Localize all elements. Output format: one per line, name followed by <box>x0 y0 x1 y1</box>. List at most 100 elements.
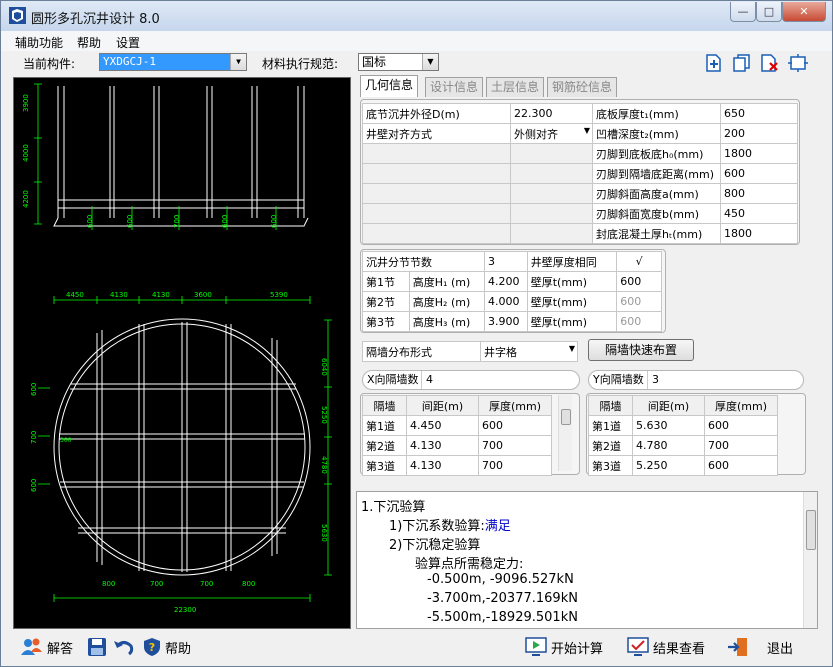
scroll-thumb[interactable] <box>806 510 816 550</box>
x-wall-thickness[interactable]: 600 <box>478 415 552 436</box>
delete-component-icon[interactable] <box>759 53 781 73</box>
result-line: -3.700m,-20377.169kN <box>427 591 578 606</box>
table-row: 第2道 4.780 700 <box>588 435 778 456</box>
exit-button[interactable]: 退出 <box>727 637 793 657</box>
geom-label: 刃脚到底板底h₀(mm) <box>592 143 721 164</box>
partition-form-value: 井字格 <box>484 345 517 359</box>
chevron-down-icon: ▼ <box>583 126 590 135</box>
scroll-thumb[interactable] <box>561 409 571 425</box>
table-row: 第2道 4.130 700 <box>362 435 552 456</box>
add-component-icon[interactable] <box>703 53 725 73</box>
y-wall-name: 第1道 <box>588 415 633 436</box>
x-table-scrollbar[interactable] <box>558 395 572 471</box>
x-header-wall: 隔墙 <box>362 395 407 416</box>
drawing-canvas[interactable]: 3900 4000 4200 600 600 700 600 600 4450 … <box>13 77 351 629</box>
geom-input[interactable]: 200 <box>720 123 798 144</box>
bottom-small-dim-1: 800 <box>102 580 115 588</box>
y-wall-spacing[interactable]: 4.780 <box>632 435 705 456</box>
table-row: 第1道 4.450 600 <box>362 415 552 436</box>
save-icon[interactable] <box>87 637 107 657</box>
minimize-button[interactable]: — <box>730 2 756 22</box>
component-select[interactable]: YXDGCJ-1 ▼ <box>99 53 247 71</box>
tab-design[interactable]: 设计信息 <box>425 77 484 97</box>
geom-input[interactable]: 450 <box>720 203 798 224</box>
geom-label: 凹槽深度t₂(mm) <box>592 123 721 144</box>
geom-empty <box>362 203 511 224</box>
geom-input[interactable]: 22.300 <box>510 103 593 124</box>
geom-label: 封底混凝土厚hₜ(mm) <box>592 223 721 244</box>
svg-text:?: ? <box>149 641 155 654</box>
geom-input[interactable]: 600 <box>720 163 798 184</box>
x-wall-thickness[interactable]: 700 <box>478 455 552 476</box>
y-header-spacing: 间距(m) <box>632 395 705 416</box>
y-count-input[interactable]: 3 <box>647 371 797 389</box>
menu-item-tools[interactable]: 辅助功能 <box>15 34 63 51</box>
elev-dim-2: 4000 <box>22 144 30 162</box>
copy-component-icon[interactable] <box>731 53 753 73</box>
segment-name: 第3节 <box>362 311 410 332</box>
y-wall-spacing[interactable]: 5.250 <box>632 455 705 476</box>
x-wall-spacing[interactable]: 4.450 <box>406 415 479 436</box>
geom-label: 刃脚到隔墙底距离(mm) <box>592 163 721 184</box>
elev-dim-1: 3900 <box>22 94 30 112</box>
align-select[interactable]: 外侧对齐 ▼ <box>510 123 593 144</box>
menu-item-help[interactable]: 帮助 <box>77 34 101 51</box>
result-line: 2)下沉稳定验算 <box>389 538 481 553</box>
y-wall-thickness[interactable]: 600 <box>704 415 778 436</box>
x-wall-name: 第2道 <box>362 435 407 456</box>
standard-select[interactable]: 国标 ▼ <box>358 53 439 71</box>
undo-icon[interactable] <box>113 637 135 657</box>
partition-form-label: 隔墙分布形式 <box>362 341 481 362</box>
segment-thickness-input[interactable]: 600 <box>616 271 662 292</box>
tab-geometry[interactable]: 几何信息 <box>360 75 419 97</box>
caisson-drawing: 3900 4000 4200 600 600 700 600 600 4450 … <box>22 83 332 614</box>
same-thickness-label: 井壁厚度相同 <box>526 251 618 272</box>
partition-form-table: 隔墙分布形式 井字格 ▼ <box>362 341 578 362</box>
bottom-small-dim-3: 700 <box>200 580 213 588</box>
x-wall-spacing[interactable]: 4.130 <box>406 435 479 456</box>
segment-thickness-input: 600 <box>616 311 662 332</box>
table-row: 封底混凝土厚hₜ(mm) 1800 <box>362 223 798 244</box>
x-wall-spacing[interactable]: 4.130 <box>406 455 479 476</box>
menu-item-settings[interactable]: 设置 <box>116 34 140 51</box>
geom-input[interactable]: 650 <box>720 103 798 124</box>
table-row: 第3道 4.130 700 <box>362 455 552 476</box>
geom-input[interactable]: 1800 <box>720 143 798 164</box>
table-row: 第2节 高度H₂ (m) 4.000 壁厚t(mm) 600 <box>362 291 662 312</box>
segment-height-input[interactable]: 4.200 <box>484 271 528 292</box>
top-dim-5: 5390 <box>270 291 288 299</box>
partition-form-select[interactable]: 井字格 ▼ <box>480 341 578 362</box>
same-thickness-checkbox[interactable]: √ <box>616 251 662 272</box>
close-button[interactable]: ✕ <box>782 2 826 22</box>
quick-layout-button[interactable]: 隔墙快速布置 <box>588 339 694 361</box>
tab-soil[interactable]: 土层信息 <box>486 77 545 97</box>
top-dim-4: 3600 <box>194 291 212 299</box>
geom-empty <box>362 163 511 184</box>
segment-height-input[interactable]: 3.900 <box>484 311 528 332</box>
align-value: 外侧对齐 <box>514 127 558 141</box>
start-calc-button[interactable]: 开始计算 <box>525 637 603 657</box>
maximize-button[interactable]: □ <box>756 2 782 22</box>
help-button[interactable]: ? 帮助 <box>143 637 191 657</box>
segment-height-input[interactable]: 4.000 <box>484 291 528 312</box>
results-textarea[interactable]: 1.下沉验算 1)下沉系数验算:满足 2)下沉稳定验算 验算点所需稳定力: -0… <box>356 491 818 629</box>
y-wall-thickness[interactable]: 600 <box>704 455 778 476</box>
x-count-input[interactable]: 4 <box>421 371 571 389</box>
geom-empty <box>510 203 593 224</box>
y-wall-thickness[interactable]: 700 <box>704 435 778 456</box>
x-wall-thickness[interactable]: 700 <box>478 435 552 456</box>
segment-count-input[interactable]: 3 <box>484 251 528 272</box>
right-dim-4: 5630 <box>320 524 328 542</box>
component-label: 当前构件: <box>23 57 76 71</box>
geom-input[interactable]: 800 <box>720 183 798 204</box>
results-scrollbar[interactable] <box>803 492 817 628</box>
segment-height-label: 高度H₁ (m) <box>408 271 486 292</box>
export-component-icon[interactable] <box>787 53 809 73</box>
answer-button[interactable]: 解答 <box>21 637 73 657</box>
view-results-button[interactable]: 结果查看 <box>627 637 705 657</box>
y-wall-spacing[interactable]: 5.630 <box>632 415 705 436</box>
window-title: 圆形多孔沉井设计 8.0 <box>31 12 160 27</box>
tab-concrete[interactable]: 钢筋砼信息 <box>547 77 618 97</box>
component-value: YXDGCJ-1 <box>103 55 156 68</box>
geom-input[interactable]: 1800 <box>720 223 798 244</box>
